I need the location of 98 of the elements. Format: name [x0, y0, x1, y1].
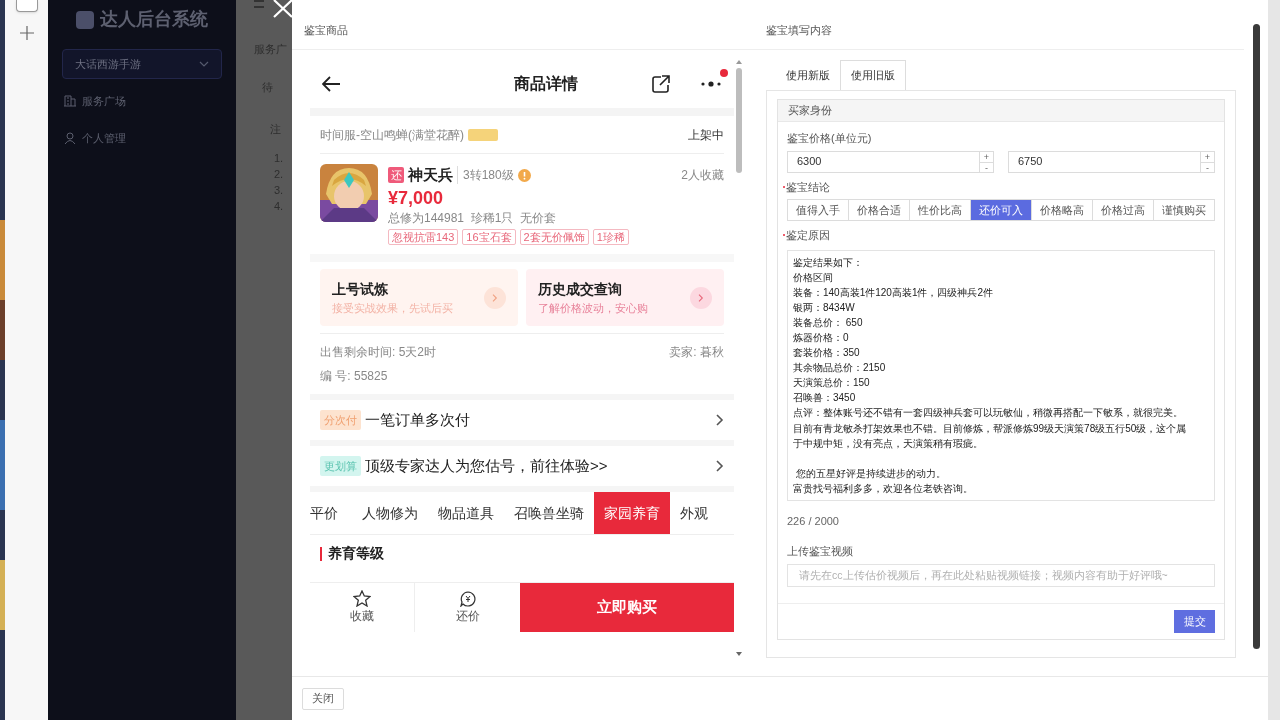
reason-textarea[interactable]: [787, 249, 1215, 501]
field-label: 鉴定原因: [786, 228, 830, 243]
text-line: 天演策总价：150: [793, 376, 870, 391]
text-line: 富贵找号福利多多，欢迎各位老铁咨询。: [793, 481, 973, 496]
star-icon: [353, 590, 371, 607]
summary-text: 总修为144981 珍稀1只 无价套: [388, 209, 558, 227]
server-tag-icon: [468, 128, 498, 141]
chevron-right-icon: [716, 414, 724, 426]
close-button[interactable]: 关闭: [302, 687, 344, 710]
app-title: 达人后台系统: [100, 8, 208, 31]
menu-icon: [254, 0, 264, 8]
text-line: 点评：整体账号还不错有一套四级神兵套可以玩敏仙，稍微再搭配一下敏系，就很完美。: [793, 406, 1183, 421]
detail-tab[interactable]: 外观: [670, 492, 718, 534]
building-icon: [64, 95, 76, 108]
decrement-button[interactable]: -: [980, 162, 993, 173]
number-field[interactable]: 6750 + -: [1008, 150, 1215, 173]
promo-text: 一笔订单多次付: [365, 409, 470, 430]
status-text: 上架中: [688, 126, 724, 144]
text-line: 其余物品总价：2150: [793, 361, 886, 376]
increment-button[interactable]: +: [980, 151, 993, 163]
promo-row[interactable]: 更划算 顶级专家达人为您估号，前往体验>>: [310, 446, 734, 486]
detail-tab[interactable]: 物品道具: [428, 492, 504, 534]
close-icon[interactable]: [272, 0, 292, 18]
trade-badge: 还: [388, 167, 404, 184]
action-label: 收藏: [350, 608, 374, 625]
feature-tag: 忽视抗雷143: [388, 228, 459, 245]
text-line: 您的五星好评是持续进步的动力。: [794, 466, 946, 481]
action-label: 还价: [455, 607, 480, 625]
scrollbar[interactable]: [1252, 24, 1260, 649]
buy-button[interactable]: 立即购买: [520, 583, 734, 632]
promo-row[interactable]: 分次付 一笔订单多次付: [310, 400, 734, 440]
number-field[interactable]: 6300 + -: [787, 150, 994, 173]
text-line: 于中规中矩，没有亮点，天演策稍有瑕疵。: [793, 436, 983, 451]
share-icon[interactable]: [652, 75, 670, 93]
text-line: 召唤兽：3450: [793, 391, 856, 406]
conclusion-option[interactable]: 还价可入: [970, 200, 1031, 220]
detail-tab[interactable]: 召唤兽坐骑: [504, 492, 594, 534]
card-subtitle: 了解价格波动，安心购: [538, 300, 648, 316]
field-label: 鉴宝价格(单位元): [787, 131, 873, 146]
detail-tab[interactable]: 平价: [310, 492, 352, 534]
favorites-count: 2人收藏: [681, 167, 724, 185]
text-line: 价格区间: [793, 270, 833, 285]
price-text: ¥7,000: [388, 186, 445, 209]
chevron-down-icon: [199, 61, 209, 67]
game-select[interactable]: 大话西游手游: [62, 49, 222, 79]
feature-card[interactable]: 历史成交查询 了解价格波动，安心购: [526, 269, 724, 326]
decrement-button[interactable]: -: [1201, 162, 1214, 173]
scrollbar[interactable]: [736, 60, 742, 656]
card-title: 历史成交查询: [538, 279, 623, 299]
version-tab[interactable]: 使用新版: [776, 60, 840, 90]
character-name: 神天兵: [408, 165, 453, 185]
text-line: 目前有青龙敏杀打架效果也不错。目前修炼，帮派修炼99级天演策78级五行50级，这个属: [793, 421, 1187, 436]
text-line: 炼器价格：0: [793, 330, 849, 345]
panel-title: 鉴宝填写内容: [766, 23, 832, 39]
remaining-time: 出售剩余时间: 5天2时: [320, 344, 436, 361]
version-tab[interactable]: 使用旧版: [840, 60, 906, 90]
card-title: 上号试炼: [332, 279, 389, 299]
action-button[interactable]: 还价: [415, 583, 520, 632]
feature-card[interactable]: 上号试炼 接受实战效果，先试后买: [320, 269, 518, 326]
detail-tab[interactable]: 家园养育: [594, 492, 670, 534]
panel-title: 鉴宝商品: [304, 23, 348, 39]
feature-tag: 16宝石套: [462, 228, 516, 245]
user-icon: [64, 131, 76, 144]
detail-tab[interactable]: 人物修为: [352, 492, 428, 534]
feature-tag: 2套无价佩饰: [519, 228, 589, 245]
tab-icon[interactable]: [15, 0, 38, 12]
text-line: 银两：8434W: [793, 300, 855, 315]
character-level: 3转180级: [457, 166, 514, 185]
text-line: 装备总价： 650: [793, 315, 863, 330]
chevron-right-icon: [716, 460, 724, 472]
section-marker: [320, 546, 322, 561]
submit-button[interactable]: 提交: [1174, 609, 1215, 633]
promo-badge: 分次付: [320, 410, 361, 430]
character-counter: 226 / 2000: [787, 513, 840, 529]
yuan-bubble-icon: [459, 590, 476, 607]
server-text: 时间服-空山鸣蝉(满堂花醉): [320, 126, 464, 144]
panel-heading: 买家身份: [788, 103, 832, 119]
section-title: 养育等级: [328, 544, 384, 563]
text-line: 装备：140高装1件120高装1件，四级神兵2件: [793, 285, 994, 300]
video-link-field[interactable]: 请先在cc上传估价视频后，再在此处粘贴视频链接；视频内容有助于好评哦~: [787, 563, 1215, 587]
item-number: 编 号: 55825: [320, 368, 389, 385]
back-icon[interactable]: [322, 76, 340, 92]
chevron-right-icon: [698, 293, 704, 302]
card-subtitle: 接受实战效果，先试后买: [332, 300, 453, 316]
promo-text: 顶级专家达人为您估号，前往体验>>: [365, 455, 608, 476]
text-line: 鉴定结果如下：: [793, 255, 863, 270]
action-button[interactable]: 收藏: [310, 583, 415, 632]
chevron-right-icon: [492, 293, 498, 302]
more-icon[interactable]: [700, 81, 722, 87]
text-line: 套装价格：350: [793, 346, 860, 361]
promo-badge: 更划算: [320, 456, 361, 476]
feature-tag: 1珍稀: [592, 228, 629, 245]
field-label: 鉴宝结论: [786, 179, 830, 195]
page-title: 商品详情: [514, 74, 578, 94]
increment-button[interactable]: +: [1201, 151, 1214, 163]
seller-text: 卖家: 暮秋: [669, 344, 724, 361]
field-label: 上传鉴宝视频: [787, 544, 854, 559]
logo-icon: [76, 10, 94, 29]
